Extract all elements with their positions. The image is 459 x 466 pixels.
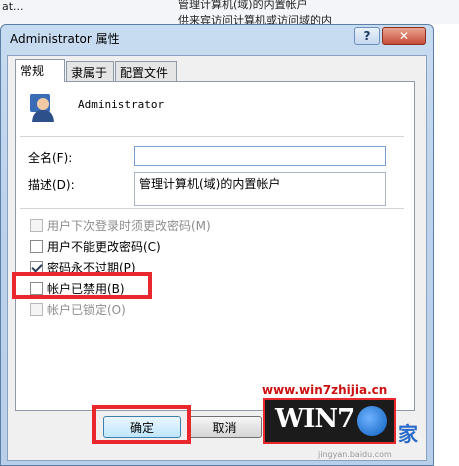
watermark-home-char: 家 [398,422,418,446]
separator-middle [20,208,404,209]
highlight-ok-button [92,405,191,444]
tab-general-label: 常规 [20,64,45,78]
background-window-strip: at... 管理计算机(域)的内置帐户 供来宾访问计算机或访问域的内 [0,0,459,27]
watermark-logo: WIN7 [263,398,396,444]
background-window-right [436,24,459,466]
watermark-small-text: jingyan.baidu.com [318,450,392,459]
background-text-right-top: 管理计算机(域)的内置帐户 [178,0,308,11]
option-label: 用户不能更改密码(C) [47,240,161,254]
fullname-label: 全名(F): [28,151,73,165]
fullname-input[interactable] [134,146,386,166]
close-icon: ✕ [398,29,410,43]
checkbox-cannot-change-password[interactable] [30,240,43,253]
account-name: Administrator [78,98,165,111]
option-account-locked[interactable]: 帐户已锁定(O) [30,301,126,318]
description-input[interactable]: 管理计算机(域)的内置帐户 [134,172,386,206]
highlight-account-disabled [12,272,152,299]
close-button[interactable]: ✕ [382,27,426,45]
window-title: Administrator 属性 [10,32,120,46]
tab-member-of-label: 隶属于 [71,66,108,80]
option-label: 用户下次登录时须更改密码(M) [47,219,211,233]
cancel-button[interactable]: 取消 [187,416,262,438]
separator-top [20,136,404,137]
tab-member-of[interactable]: 隶属于 [66,61,114,81]
option-cannot-change-password[interactable]: 用户不能更改密码(C) [30,238,161,255]
tab-general[interactable]: 常规 [15,59,65,82]
background-text-left: at... [2,0,24,13]
windows-orb-icon [357,406,387,436]
user-icon [30,94,54,122]
checkbox-must-change-password[interactable] [30,219,43,232]
description-label: 描述(D): [28,178,75,192]
tab-profile-label: 配置文件 [120,66,169,80]
watermark-url: www.win7zhijia.cn [262,383,388,397]
title-bar[interactable]: Administrator 属性 ? ✕ [1,25,433,51]
help-button[interactable]: ? [354,27,380,45]
watermark-logo-text: WIN7 [275,404,355,434]
help-icon: ? [363,29,371,43]
checkbox-account-locked[interactable] [30,303,43,316]
option-must-change-password[interactable]: 用户下次登录时须更改密码(M) [30,217,211,234]
tab-profile[interactable]: 配置文件 [115,61,177,81]
option-label: 帐户已锁定(O) [47,303,126,317]
